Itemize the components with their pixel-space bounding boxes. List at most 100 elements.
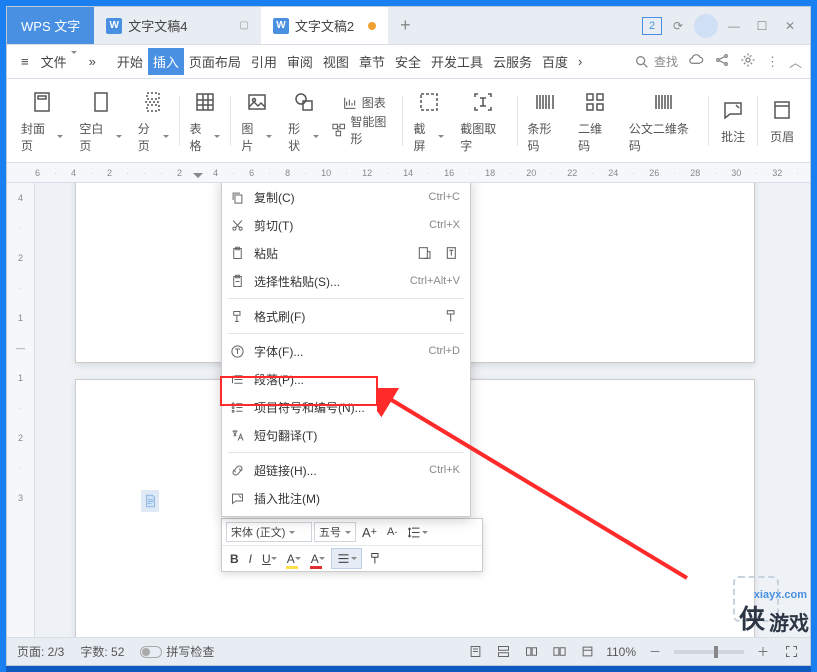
gov-2d-barcode-button[interactable]: 公文二维条码 bbox=[621, 79, 706, 162]
ctx-translate[interactable]: 短句翻译(T) bbox=[222, 421, 470, 449]
spellcheck-toggle[interactable]: 拼写检查 bbox=[140, 643, 214, 660]
settings-icon[interactable] bbox=[740, 52, 756, 71]
fullscreen-icon[interactable] bbox=[782, 643, 800, 661]
collapse-ribbon-icon[interactable]: ︿ bbox=[789, 52, 802, 71]
more-menu-icon[interactable]: ⋮ bbox=[766, 54, 779, 70]
cover-page-button[interactable]: 封面页 bbox=[13, 79, 71, 162]
shape-button[interactable]: 形状 bbox=[280, 79, 327, 162]
smartart-button[interactable]: 智能图形 bbox=[331, 113, 396, 147]
ctx-cut[interactable]: 剪切(T)Ctrl+X bbox=[222, 211, 470, 239]
format-painter-button[interactable] bbox=[364, 549, 387, 568]
horizontal-ruler[interactable]: 6·4·2···2·4·6·8·10·12·14·16·18·20·22·24·… bbox=[7, 163, 810, 183]
screenshot-button[interactable]: 截屏 bbox=[405, 79, 452, 162]
font-name-dropdown[interactable]: 宋体 (正文) bbox=[226, 522, 312, 542]
underline-button[interactable]: U bbox=[258, 550, 281, 568]
paste-text-icon[interactable] bbox=[444, 245, 460, 261]
copy-icon bbox=[228, 188, 246, 206]
tab-baidu[interactable]: 百度 bbox=[537, 48, 573, 75]
sync-icon[interactable]: ⟳ bbox=[666, 14, 690, 38]
indent-marker-icon[interactable] bbox=[193, 173, 203, 183]
share-icon[interactable] bbox=[714, 52, 730, 71]
highlight-button[interactable]: A bbox=[283, 550, 305, 568]
font-color-button[interactable]: A bbox=[307, 550, 329, 568]
comment-button[interactable]: 批注 bbox=[711, 79, 755, 162]
tabs-overflow-icon[interactable]: › bbox=[573, 50, 587, 73]
modified-dot-icon bbox=[368, 22, 376, 30]
outline-view-icon[interactable] bbox=[522, 643, 540, 661]
more-icon[interactable]: » bbox=[83, 54, 102, 69]
print-layout-icon[interactable] bbox=[466, 643, 484, 661]
chart-smartart-group: 图表 智能图形 bbox=[327, 79, 400, 162]
search-button[interactable]: 查找 bbox=[634, 53, 678, 70]
ctx-hyperlink[interactable]: 超链接(H)...Ctrl+K bbox=[222, 456, 470, 484]
tab-start[interactable]: 开始 bbox=[112, 48, 148, 75]
statusbar: 页面: 2/3 字数: 52 拼写检查 110% － ＋ bbox=[7, 637, 810, 665]
doc-tab-2[interactable]: W 文字文稿2 bbox=[261, 7, 388, 44]
ctx-format-painter[interactable]: 格式刷(F) bbox=[222, 302, 470, 330]
vertical-ruler[interactable]: 4·2·1—1·2·3 bbox=[7, 183, 35, 637]
minimize-button[interactable]: — bbox=[722, 14, 746, 38]
ctx-bullets[interactable]: 项目符号和编号(N)... bbox=[222, 393, 470, 421]
chart-button[interactable]: 图表 bbox=[342, 94, 386, 111]
file-menu[interactable]: 文件 bbox=[35, 52, 83, 71]
align-button[interactable] bbox=[331, 548, 362, 569]
new-tab-button[interactable]: + bbox=[388, 15, 423, 36]
web-layout-icon[interactable] bbox=[494, 643, 512, 661]
italic-button[interactable]: I bbox=[245, 550, 256, 568]
tab-view[interactable]: 视图 bbox=[318, 48, 354, 75]
doc-icon: W bbox=[106, 18, 122, 34]
layout-icon[interactable] bbox=[578, 643, 596, 661]
grow-font-button[interactable]: A+ bbox=[358, 523, 381, 542]
tab-reference[interactable]: 引用 bbox=[246, 48, 282, 75]
tab-review[interactable]: 审阅 bbox=[282, 48, 318, 75]
section-doc-icon[interactable] bbox=[141, 490, 159, 512]
doc-tab-1[interactable]: W 文字文稿4 ▢ bbox=[94, 7, 261, 44]
bold-button[interactable]: B bbox=[226, 550, 243, 568]
close-button[interactable]: ✕ bbox=[778, 14, 802, 38]
paragraph-icon bbox=[228, 370, 246, 388]
editor-area: 4·2·1—1·2·3 复制(C)Ctrl+C 剪切(T)Ctrl+X 粘贴 选… bbox=[7, 183, 810, 637]
tab-close-icon[interactable]: ▢ bbox=[239, 20, 248, 31]
paste-special-icon bbox=[228, 272, 246, 290]
image-button[interactable]: 图片 bbox=[233, 79, 280, 162]
ctx-paste[interactable]: 粘贴 bbox=[222, 239, 470, 267]
barcode-button[interactable]: 条形码 bbox=[519, 79, 570, 162]
ctx-copy[interactable]: 复制(C)Ctrl+C bbox=[222, 183, 470, 211]
zoom-slider[interactable] bbox=[674, 650, 744, 654]
table-button[interactable]: 表格 bbox=[182, 79, 229, 162]
hyperlink-icon bbox=[228, 461, 246, 479]
hamburger-icon[interactable]: ≡ bbox=[15, 54, 35, 69]
doc-tab-label: 文字文稿2 bbox=[295, 16, 354, 35]
zoom-level[interactable]: 110% bbox=[606, 645, 636, 659]
qrcode-button[interactable]: 二维码 bbox=[570, 79, 621, 162]
tab-section[interactable]: 章节 bbox=[354, 48, 390, 75]
bullets-icon bbox=[228, 398, 246, 416]
ctx-font[interactable]: 字体(F)...Ctrl+D bbox=[222, 337, 470, 365]
ctx-paragraph[interactable]: 段落(P)... bbox=[222, 365, 470, 393]
tab-pagelayout[interactable]: 页面布局 bbox=[184, 48, 246, 75]
header-button[interactable]: 页眉 bbox=[760, 79, 804, 162]
line-spacing-button[interactable] bbox=[403, 523, 432, 542]
ocr-button[interactable]: 截图取字 bbox=[452, 79, 514, 162]
blank-page-button[interactable]: 空白页 bbox=[71, 79, 129, 162]
tab-cloud[interactable]: 云服务 bbox=[488, 48, 537, 75]
app-tab[interactable]: WPS 文字 bbox=[7, 7, 94, 44]
tab-insert[interactable]: 插入 bbox=[148, 48, 184, 75]
reading-view-icon[interactable] bbox=[550, 643, 568, 661]
tab-devtools[interactable]: 开发工具 bbox=[426, 48, 488, 75]
zoom-out-button[interactable]: － bbox=[646, 643, 664, 661]
cloud-icon[interactable] bbox=[688, 52, 704, 71]
shrink-font-button[interactable]: A- bbox=[383, 524, 401, 540]
avatar[interactable] bbox=[694, 14, 718, 38]
paste-keep-icon[interactable] bbox=[416, 245, 432, 261]
ctx-insert-comment[interactable]: 插入批注(M) bbox=[222, 484, 470, 512]
page-indicator[interactable]: 页面: 2/3 bbox=[17, 643, 64, 660]
font-size-dropdown[interactable]: 五号 bbox=[314, 522, 356, 542]
zoom-in-button[interactable]: ＋ bbox=[754, 643, 772, 661]
word-count[interactable]: 字数: 52 bbox=[80, 643, 124, 660]
notification-badge[interactable]: 2 bbox=[642, 17, 662, 35]
ctx-paste-special[interactable]: 选择性粘贴(S)...Ctrl+Alt+V bbox=[222, 267, 470, 295]
page-break-button[interactable]: 分页 bbox=[130, 79, 177, 162]
maximize-button[interactable]: ☐ bbox=[750, 14, 774, 38]
tab-security[interactable]: 安全 bbox=[390, 48, 426, 75]
